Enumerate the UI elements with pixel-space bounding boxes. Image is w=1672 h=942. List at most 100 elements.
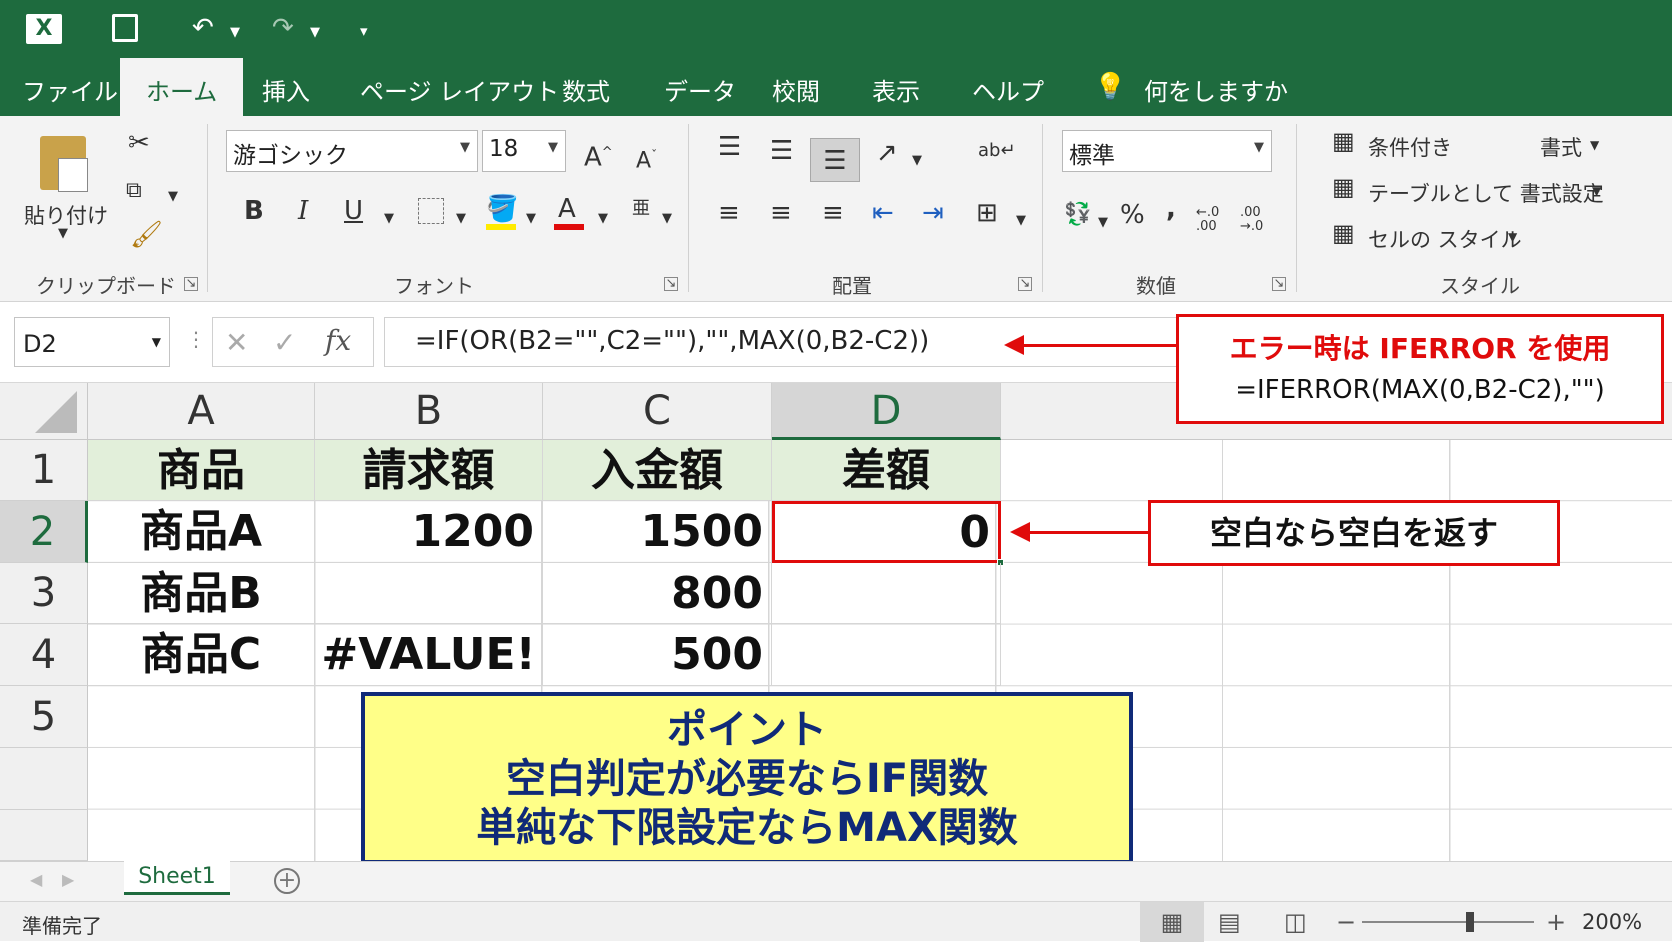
tab-home[interactable]: ホーム	[120, 58, 244, 116]
undo-icon[interactable]: ↶	[192, 15, 214, 41]
tell-me-search[interactable]: 何をしますか	[1144, 72, 1288, 106]
insert-function-icon[interactable]: fx	[325, 324, 351, 357]
bold-icon[interactable]: B	[244, 198, 264, 224]
zoom-slider-thumb[interactable]	[1466, 912, 1474, 932]
align-top-icon[interactable]: ☰	[718, 134, 741, 160]
cell-b3[interactable]	[315, 563, 543, 624]
orientation-icon[interactable]: ↗	[876, 140, 898, 166]
cell-b4[interactable]: #VALUE!	[315, 624, 543, 686]
underline-dropdown-icon[interactable]: ▼	[384, 206, 394, 232]
row-header-1[interactable]: 1	[0, 440, 88, 501]
phonetic-dropdown-icon[interactable]: ▼	[662, 206, 672, 232]
cell-a1[interactable]: 商品	[88, 440, 315, 501]
zoom-level[interactable]: 200%	[1582, 910, 1642, 934]
comma-icon[interactable]: ,	[1166, 196, 1176, 222]
add-sheet-icon[interactable]: +	[274, 868, 300, 894]
tab-help[interactable]: ヘルプ	[972, 72, 1044, 106]
align-center-icon[interactable]: ≡	[770, 200, 792, 226]
enter-icon[interactable]: ✓	[273, 326, 296, 359]
percent-icon[interactable]: %	[1120, 202, 1145, 228]
tab-page-layout[interactable]: ページ レイアウト	[360, 72, 559, 106]
number-launcher-icon[interactable]: ↘	[1272, 277, 1286, 291]
decrease-indent-icon[interactable]: ⇤	[872, 200, 894, 226]
cancel-icon[interactable]: ✕	[225, 326, 248, 359]
tab-data[interactable]: データ	[664, 72, 736, 106]
cell-styles-icon[interactable]: ▦	[1332, 220, 1355, 246]
format-painter-icon[interactable]: 🖌	[130, 222, 163, 248]
normal-view-icon[interactable]: ▦	[1140, 902, 1204, 942]
row-header-3[interactable]: 3	[0, 563, 88, 624]
zoom-in-button[interactable]: +	[1546, 908, 1566, 936]
name-box[interactable]: D2 ▼	[14, 317, 170, 367]
page-break-view-icon[interactable]: ◫	[1284, 908, 1307, 936]
tab-view[interactable]: 表示	[872, 72, 920, 106]
font-color-dropdown-icon[interactable]: ▼	[598, 206, 608, 232]
merge-dropdown-icon[interactable]: ▼	[1016, 208, 1026, 234]
cell-b2[interactable]: 1200	[315, 501, 543, 563]
font-launcher-icon[interactable]: ↘	[664, 277, 678, 291]
increase-indent-icon[interactable]: ⇥	[922, 200, 944, 226]
cell-c4[interactable]: 500	[543, 624, 772, 686]
row-header-4[interactable]: 4	[0, 624, 88, 686]
phonetic-icon[interactable]: 亜	[632, 196, 650, 222]
row-header-7[interactable]	[0, 810, 88, 861]
fill-color-icon[interactable]: 🪣	[486, 196, 518, 230]
copy-icon[interactable]: ⧉	[126, 178, 142, 204]
number-format-select[interactable]: 標準 ▼	[1062, 130, 1272, 172]
conditional-format-icon[interactable]: ▦	[1332, 128, 1355, 154]
increase-decimal-icon[interactable]: ←.0 .00	[1196, 206, 1228, 234]
cell-styles-button[interactable]: セルの スタイル	[1368, 224, 1522, 254]
customize-icon[interactable]: ▾	[360, 18, 368, 44]
align-left-icon[interactable]: ≡	[718, 200, 740, 226]
copy-dropdown-icon[interactable]: ▼	[168, 184, 178, 210]
accounting-format-icon[interactable]: 💱	[1064, 202, 1091, 228]
column-header-c[interactable]: C	[543, 383, 772, 440]
format-as-table-icon[interactable]: ▦	[1332, 174, 1355, 200]
page-layout-view-icon[interactable]: ▤	[1218, 908, 1241, 936]
row-header-5[interactable]: 5	[0, 686, 88, 748]
cell-c2[interactable]: 1500	[543, 501, 772, 563]
scroll-left-icon[interactable]: ◀	[30, 870, 42, 889]
chevron-down-icon[interactable]: ▼	[1592, 184, 1601, 198]
wrap-text-icon[interactable]: ab↵	[978, 138, 1016, 164]
sheet-tab-sheet1[interactable]: Sheet1	[124, 861, 230, 895]
italic-icon[interactable]: I	[298, 198, 308, 224]
cell-d2[interactable]: 0	[772, 501, 1001, 563]
row-header-2[interactable]: 2	[0, 501, 88, 563]
zoom-out-button[interactable]: −	[1336, 908, 1356, 936]
tab-review[interactable]: 校閲	[772, 72, 820, 106]
tab-insert[interactable]: 挿入	[262, 72, 310, 106]
accounting-dropdown-icon[interactable]: ▼	[1098, 210, 1108, 236]
column-header-a[interactable]: A	[88, 383, 315, 440]
conditional-format-button[interactable]: 条件付き	[1368, 132, 1452, 162]
underline-icon[interactable]: U	[344, 198, 363, 224]
save-icon[interactable]	[112, 14, 138, 42]
fill-color-dropdown-icon[interactable]: ▼	[526, 206, 536, 232]
cell-a3[interactable]: 商品B	[88, 563, 315, 624]
cell-d4[interactable]	[772, 624, 1001, 686]
cell-c1[interactable]: 入金額	[543, 440, 772, 501]
font-color-icon[interactable]: A	[554, 196, 584, 230]
merge-center-icon[interactable]: ⊞	[976, 200, 998, 226]
border-icon[interactable]	[418, 198, 444, 224]
undo-dropdown-icon[interactable]: ▼	[230, 20, 240, 46]
chevron-down-icon[interactable]: ▼	[58, 226, 68, 241]
align-right-icon[interactable]: ≡	[822, 200, 844, 226]
cell-d3[interactable]	[772, 563, 1001, 624]
orientation-dropdown-icon[interactable]: ▼	[912, 148, 922, 174]
shrink-font-icon[interactable]: Aˇ	[636, 142, 657, 174]
more-icon[interactable]: ⋮	[186, 327, 206, 351]
chevron-down-icon[interactable]: ▼	[1508, 230, 1517, 244]
conditional-format-suffix[interactable]: 書式	[1540, 132, 1582, 162]
excel-icon[interactable]: X	[26, 14, 62, 44]
column-header-b[interactable]: B	[315, 383, 543, 440]
font-size-select[interactable]: 18 ▼	[482, 130, 566, 172]
select-all-corner[interactable]	[0, 383, 88, 440]
redo-icon[interactable]: ↷	[272, 15, 294, 41]
scroll-right-icon[interactable]: ▶	[62, 870, 74, 889]
align-bottom-icon[interactable]: ☰	[810, 138, 860, 182]
font-name-select[interactable]: 游ゴシック ▼	[226, 130, 478, 172]
tab-formulas[interactable]: 数式	[562, 72, 610, 106]
cell-b1[interactable]: 請求額	[315, 440, 543, 501]
cell-a2[interactable]: 商品A	[88, 501, 315, 563]
